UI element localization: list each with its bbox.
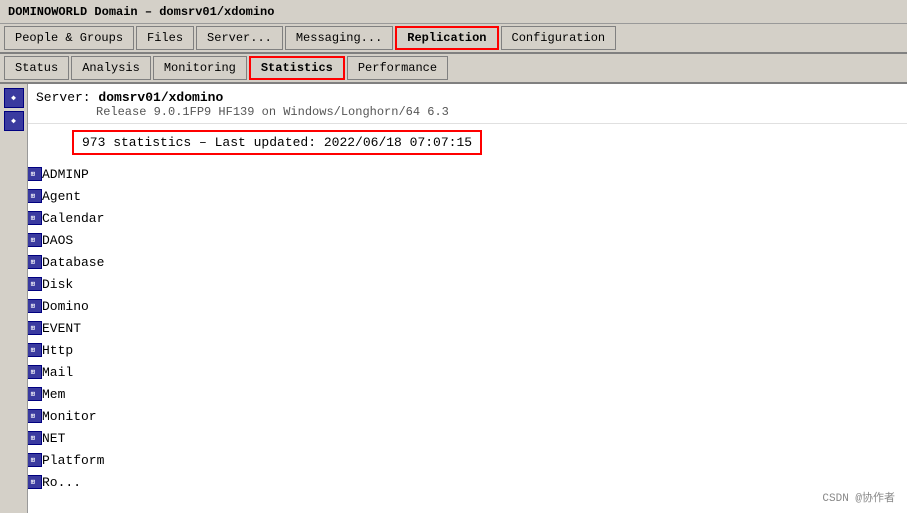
menu-tab-files[interactable]: Files — [136, 26, 194, 50]
tree-item[interactable]: ▶⊞Domino — [0, 295, 907, 317]
tree-container[interactable]: ▶⊞ADMINP▶⊞Agent▶⊞Calendar▶⊞DAOS▶⊞Databas… — [0, 161, 907, 513]
list-item-label: Mem — [42, 387, 65, 402]
tree-item[interactable]: ▶⊞Mem — [0, 383, 907, 405]
server-release: Release 9.0.1FP9 HF139 on Windows/Longho… — [36, 105, 449, 119]
list-item-label: Http — [42, 343, 73, 358]
server-line1: Server: domsrv01/xdomino — [36, 90, 449, 105]
sub-tab-status[interactable]: Status — [4, 56, 69, 80]
list-item-label: EVENT — [42, 321, 81, 336]
stats-bar: 973 statistics – Last updated: 2022/06/1… — [72, 130, 482, 155]
list-item-label: Ro... — [42, 475, 81, 490]
tree-item[interactable]: ▶⊞Http — [0, 339, 907, 361]
menu-tab-messaging---[interactable]: Messaging... — [285, 26, 393, 50]
sub-tab-bar: StatusAnalysisMonitoringStatisticsPerfor… — [0, 54, 907, 84]
menu-tab-server---[interactable]: Server... — [196, 26, 283, 50]
list-item-label: Agent — [42, 189, 81, 204]
list-item-label: Platform — [42, 453, 104, 468]
sub-tab-monitoring[interactable]: Monitoring — [153, 56, 247, 80]
list-item-label: ADMINP — [42, 167, 89, 182]
sub-tab-statistics[interactable]: Statistics — [249, 56, 345, 80]
list-item-label: Calendar — [42, 211, 104, 226]
tree-item[interactable]: ▶⊞Database — [0, 251, 907, 273]
stats-text: 973 statistics – Last updated: 2022/06/1… — [82, 135, 472, 150]
list-item-label: Monitor — [42, 409, 97, 424]
tree-item[interactable]: ▶⊞Disk — [0, 273, 907, 295]
sub-tab-performance[interactable]: Performance — [347, 56, 448, 80]
title-bar: DOMINOWORLD Domain – domsrv01/xdomino — [0, 0, 907, 24]
tree-item[interactable]: ▶⊞DAOS — [0, 229, 907, 251]
list-item-label: Database — [42, 255, 104, 270]
tree-item[interactable]: ▶⊞NET — [0, 427, 907, 449]
side-icon-1: ◆ — [4, 88, 24, 108]
tree-item[interactable]: ▶⊞Monitor — [0, 405, 907, 427]
server-name: domsrv01/xdomino — [98, 90, 223, 105]
menu-bar: People & GroupsFilesServer...Messaging..… — [0, 24, 907, 54]
title-text: DOMINOWORLD Domain – domsrv01/xdomino — [8, 5, 274, 19]
list-item-label: Domino — [42, 299, 89, 314]
sub-tab-analysis[interactable]: Analysis — [71, 56, 151, 80]
left-panel: ◆ ◆ — [0, 84, 28, 513]
menu-tab-configuration[interactable]: Configuration — [501, 26, 617, 50]
tree-item[interactable]: ▶⊞Calendar — [0, 207, 907, 229]
content-area: Server: domsrv01/xdominoRelease 9.0.1FP9… — [0, 84, 907, 513]
watermark: CSDN @协作者 — [822, 489, 895, 505]
list-item-label: Disk — [42, 277, 73, 292]
menu-tab-people---groups[interactable]: People & Groups — [4, 26, 134, 50]
list-item-label: NET — [42, 431, 65, 446]
server-label: Server: — [36, 90, 98, 105]
tree-item[interactable]: ▶⊞Mail — [0, 361, 907, 383]
list-item-label: Mail — [42, 365, 73, 380]
menu-tab-replication[interactable]: Replication — [395, 26, 498, 50]
tree-item[interactable]: ▶⊞Ro... — [0, 471, 907, 493]
tree-item[interactable]: ▶⊞Platform — [0, 449, 907, 471]
side-icon-2: ◆ — [4, 111, 24, 131]
tree-item[interactable]: ▶⊞EVENT — [0, 317, 907, 339]
server-info: Server: domsrv01/xdominoRelease 9.0.1FP9… — [0, 84, 907, 124]
tree-item[interactable]: ▶⊞Agent — [0, 185, 907, 207]
list-item-label: DAOS — [42, 233, 73, 248]
tree-item[interactable]: ▶⊞ADMINP — [0, 163, 907, 185]
